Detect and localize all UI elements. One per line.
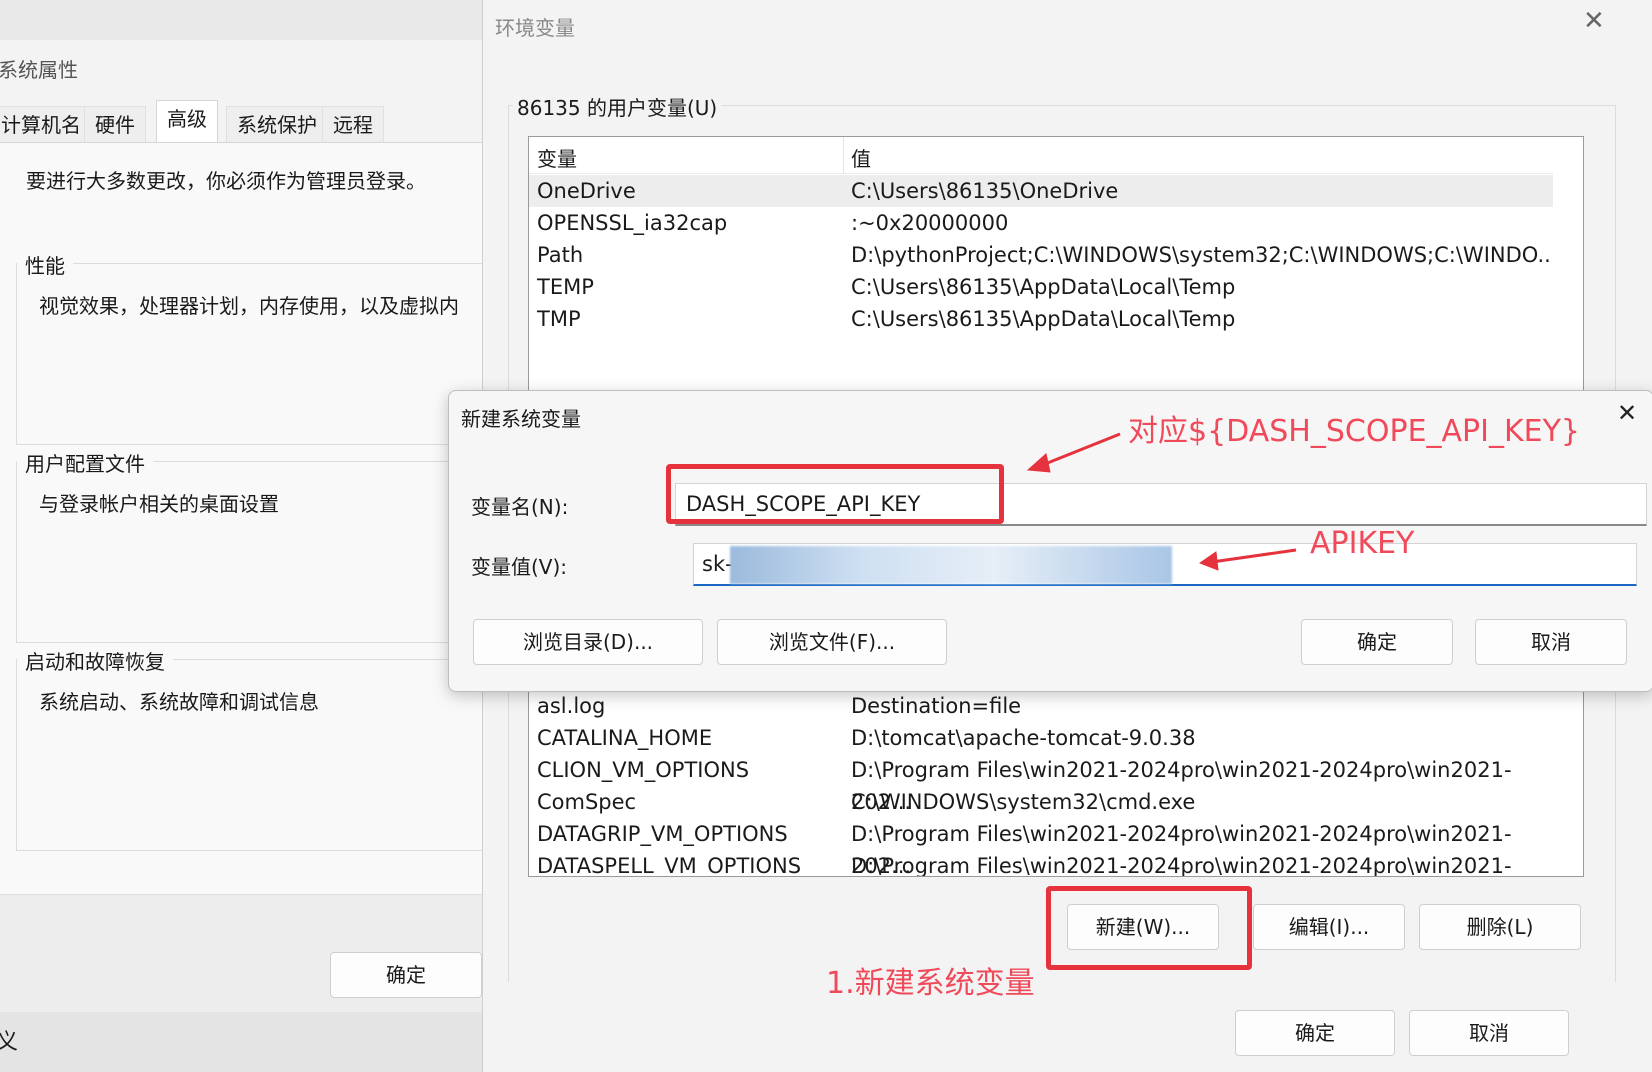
arrow-head <box>1198 551 1219 571</box>
value-annotation-text: APIKEY <box>1310 526 1415 561</box>
name-annotation-text: 对应${DASH_SCOPE_API_KEY} <box>1128 414 1581 449</box>
arrow-head <box>1026 453 1051 473</box>
arrow-line <box>1039 432 1121 468</box>
step-annotation-text: 1.新建系统变量 <box>826 966 1035 1001</box>
arrow-line <box>1211 548 1297 564</box>
